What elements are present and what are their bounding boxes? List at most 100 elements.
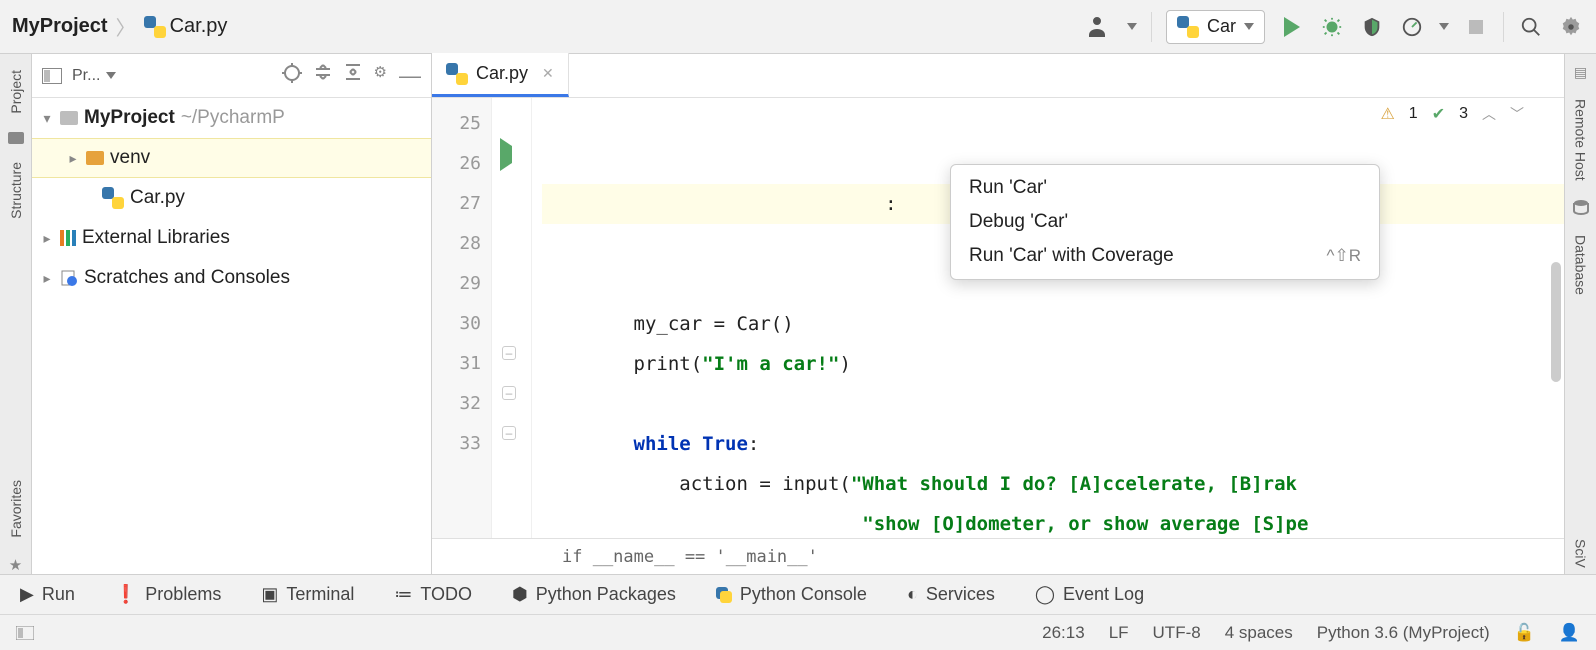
chevron-down-icon[interactable] <box>1127 23 1137 30</box>
line-number[interactable]: 25 <box>432 104 481 144</box>
chevron-down-icon[interactable]: ▾ <box>40 110 54 127</box>
editor-tab-car[interactable]: Car.py ✕ <box>432 53 569 97</box>
run-button[interactable] <box>1279 14 1305 40</box>
line-number[interactable]: 28 <box>432 224 481 264</box>
keyword: True <box>702 433 748 455</box>
label: Problems <box>145 584 221 605</box>
breadcrumb-project[interactable]: MyProject <box>12 15 108 38</box>
line-number[interactable]: 31 <box>432 344 481 384</box>
code-token: : <box>885 193 896 215</box>
tab-remote-host[interactable]: Remote Host <box>1573 93 1589 187</box>
panel-title[interactable]: Pr... <box>72 67 100 85</box>
tree-venv[interactable]: ▸ venv <box>32 138 431 178</box>
chevron-down-icon[interactable] <box>1439 23 1449 30</box>
inspect-icon[interactable]: 👤 <box>1559 623 1580 643</box>
project-tree[interactable]: ▾ MyProject ~/PycharmP ▸ venv Car.py ▸ E… <box>32 98 431 574</box>
editor-breadcrumb[interactable]: if __name__ == '__main__' <box>432 538 1564 574</box>
run-gutter-icon[interactable] <box>500 146 512 163</box>
minimize-icon[interactable]: — <box>399 63 421 89</box>
status-interpreter[interactable]: Python 3.6 (MyProject) <box>1317 623 1490 643</box>
lock-icon[interactable]: 🔓 <box>1514 623 1535 643</box>
menu-label: Run 'Car' with Coverage <box>969 245 1174 267</box>
tab-sciview[interactable]: SciV <box>1573 533 1589 574</box>
tree-scratches[interactable]: ▸ Scratches and Consoles <box>32 258 431 298</box>
line-number[interactable]: 30 <box>432 304 481 344</box>
tool-terminal[interactable]: ▣Terminal <box>261 584 354 605</box>
tool-run[interactable]: ▶Run <box>20 584 75 605</box>
tool-todo[interactable]: ≔TODO <box>394 584 472 605</box>
bubble-icon: ◯ <box>1035 584 1055 605</box>
chevron-right-icon[interactable]: ▸ <box>40 230 54 247</box>
tab-favorites[interactable]: Favorites <box>8 474 24 544</box>
folder-icon <box>8 132 24 144</box>
python-icon <box>716 587 732 603</box>
close-icon[interactable]: ✕ <box>542 65 554 82</box>
locate-icon[interactable] <box>282 63 302 89</box>
breadcrumb[interactable]: MyProject 〉 Car.py <box>12 12 227 41</box>
coverage-button[interactable] <box>1359 14 1385 40</box>
tab-project[interactable]: Project <box>8 64 24 120</box>
gear-icon[interactable] <box>1558 14 1584 40</box>
server-icon: ▤ <box>1574 64 1587 81</box>
line-number[interactable]: 33 <box>432 424 481 464</box>
tree-external-libraries[interactable]: ▸ External Libraries <box>32 218 431 258</box>
string-literal: "I'm a car!" <box>702 353 839 375</box>
tool-python-packages[interactable]: ⬢Python Packages <box>512 584 676 605</box>
gutter-marker-column[interactable]: – – – <box>492 98 532 538</box>
menu-coverage[interactable]: Run 'Car' with Coverage ^⇧R <box>951 239 1379 273</box>
code-token: action = input( <box>542 473 851 495</box>
string-literal: "show [O]dometer, or show average [S]pe <box>862 513 1308 535</box>
separator <box>1503 12 1504 42</box>
tool-windows-icon[interactable] <box>16 626 34 640</box>
code-token: ) <box>839 353 850 375</box>
fold-icon[interactable]: – <box>502 346 516 360</box>
expand-all-icon[interactable] <box>314 63 332 89</box>
chevron-right-icon[interactable]: ▸ <box>66 150 80 167</box>
database-icon <box>1572 199 1590 217</box>
search-icon[interactable] <box>1518 14 1544 40</box>
project-panel-header: Pr... ⚙ — <box>32 54 431 98</box>
collapse-all-icon[interactable] <box>344 63 362 89</box>
status-line-ending[interactable]: LF <box>1109 623 1129 643</box>
tab-database[interactable]: Database <box>1573 229 1589 301</box>
tool-problems[interactable]: ❗ Problems <box>115 584 221 605</box>
debug-button[interactable] <box>1319 14 1345 40</box>
gear-icon[interactable]: ⚙ <box>374 63 387 89</box>
tree-root[interactable]: ▾ MyProject ~/PycharmP <box>32 98 431 138</box>
chevron-right-icon: 〉 <box>116 12 136 41</box>
profile-button[interactable] <box>1399 14 1425 40</box>
status-encoding[interactable]: UTF-8 <box>1153 623 1201 643</box>
right-tool-strip: ▤ Remote Host Database SciV <box>1564 54 1596 574</box>
line-number[interactable]: 32 <box>432 384 481 424</box>
menu-run[interactable]: Run 'Car' <box>951 171 1379 205</box>
run-config-selector[interactable]: Car <box>1166 10 1265 44</box>
chevron-down-icon[interactable] <box>106 72 116 79</box>
tool-python-console[interactable]: Python Console <box>716 584 867 605</box>
status-bar: 26:13 LF UTF-8 4 spaces Python 3.6 (MyPr… <box>0 614 1596 650</box>
services-icon: ◐ <box>907 584 918 605</box>
status-indent[interactable]: 4 spaces <box>1225 623 1293 643</box>
tool-event-log[interactable]: ◯Event Log <box>1035 584 1144 605</box>
fold-icon[interactable]: – <box>502 426 516 440</box>
line-number[interactable]: 27 <box>432 184 481 224</box>
code-token: print( <box>542 353 702 375</box>
tree-file-car[interactable]: Car.py <box>32 178 431 218</box>
line-number[interactable]: 29 <box>432 264 481 304</box>
toolbar-right: Car <box>1087 10 1584 44</box>
line-number[interactable]: 26 <box>432 144 481 184</box>
keyword: while <box>634 433 703 455</box>
stop-button[interactable] <box>1463 14 1489 40</box>
tool-services[interactable]: ◐Services <box>907 584 995 605</box>
breadcrumb-file[interactable]: Car.py <box>170 15 228 38</box>
menu-debug[interactable]: Debug 'Car' <box>951 205 1379 239</box>
fold-icon[interactable]: – <box>502 386 516 400</box>
chevron-right-icon[interactable]: ▸ <box>40 270 54 287</box>
label: Python Console <box>740 584 867 605</box>
list-icon: ≔ <box>394 584 412 605</box>
status-position[interactable]: 26:13 <box>1042 623 1085 643</box>
tab-structure[interactable]: Structure <box>8 156 24 225</box>
alert-icon: ❗ <box>115 584 137 605</box>
scrollbar-thumb[interactable] <box>1551 262 1561 382</box>
line-gutter[interactable]: 25 26 27 28 29 30 31 32 33 <box>432 98 492 538</box>
user-icon[interactable] <box>1087 14 1113 40</box>
